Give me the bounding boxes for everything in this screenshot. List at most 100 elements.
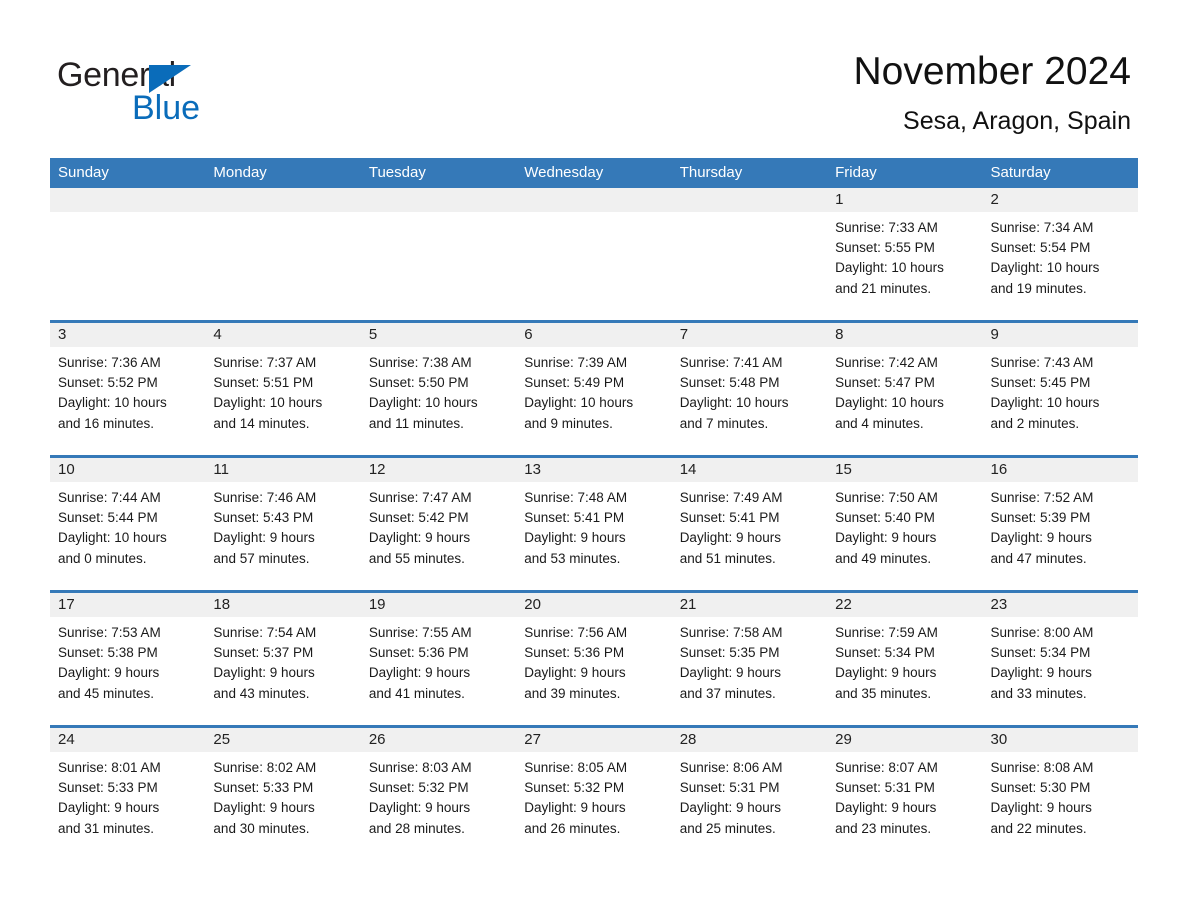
calendar-cell[interactable]: 12 Sunrise: 7:47 AM Sunset: 5:42 PM Dayligh… xyxy=(360,455,517,592)
calendar-cell[interactable] xyxy=(516,188,672,322)
calendar-cell[interactable] xyxy=(360,188,517,322)
day-cell[interactable]: 29 Sunrise: 8:07 AM Sunset: 5:31 PM Dayligh… xyxy=(827,728,983,860)
daylight-text-line2: and 22 minutes. xyxy=(990,820,1087,836)
sunset-text: Sunset: 5:33 PM xyxy=(213,780,314,796)
day-cell[interactable]: 13 Sunrise: 7:48 AM Sunset: 5:41 PM Dayligh… xyxy=(516,458,672,590)
sunrise-text: Sunrise: 7:48 AM xyxy=(524,490,628,505)
calendar-cell[interactable]: 28 Sunrise: 8:06 AM Sunset: 5:31 PM Dayligh… xyxy=(671,725,828,860)
sunset-text: Sunset: 5:37 PM xyxy=(213,645,314,661)
daylight-text-line2: and 55 minutes. xyxy=(368,550,465,566)
calendar-cell[interactable]: 15 Sunrise: 7:50 AM Sunset: 5:40 PM Dayligh… xyxy=(827,455,983,592)
day-cell[interactable]: 4 Sunrise: 7:37 AM Sunset: 5:51 PM Daylight… xyxy=(205,323,361,455)
calendar-cell[interactable]: 10 Sunrise: 7:44 AM Sunset: 5:44 PM Dayligh… xyxy=(50,455,206,592)
day-number: 11 xyxy=(213,461,229,478)
calendar-cell[interactable]: 9 Sunrise: 7:43 AM Sunset: 5:45 PM Daylight… xyxy=(982,320,1138,457)
calendar-cell[interactable]: 1 Sunrise: 7:33 AM Sunset: 5:55 PM Daylight… xyxy=(827,188,983,322)
generalblue-logo[interactable]: General Blue xyxy=(57,55,317,135)
day-number: 24 xyxy=(58,731,75,748)
calendar-cell[interactable]: 3 Sunrise: 7:36 AM Sunset: 5:52 PM Daylight… xyxy=(50,320,206,457)
daylight-text-line2: and 2 minutes. xyxy=(990,415,1080,431)
calendar-cell[interactable]: 24 Sunrise: 8:01 AM Sunset: 5:33 PM Dayligh… xyxy=(50,725,206,860)
day-cell[interactable]: 1 Sunrise: 7:33 AM Sunset: 5:55 PM Daylight… xyxy=(827,188,983,320)
sunrise-text: Sunrise: 8:07 AM xyxy=(835,760,938,775)
sunrise-text: Sunrise: 7:46 AM xyxy=(213,490,317,505)
calendar-cell[interactable]: 22 Sunrise: 7:59 AM Sunset: 5:34 PM Dayligh… xyxy=(827,590,983,727)
day-cell[interactable]: 3 Sunrise: 7:36 AM Sunset: 5:52 PM Daylight… xyxy=(50,323,206,455)
daylight-text-line2: and 39 minutes. xyxy=(524,685,621,701)
day-number-band: 23 xyxy=(982,593,1138,617)
day-details: Sunrise: 7:39 AM Sunset: 5:49 PM Daylight:… xyxy=(516,347,671,434)
day-number-band: 13 xyxy=(516,458,672,482)
day-cell[interactable]: 8 Sunrise: 7:42 AM Sunset: 5:47 PM Daylight… xyxy=(827,323,983,455)
calendar-cell[interactable]: 5 Sunrise: 7:38 AM Sunset: 5:50 PM Daylight… xyxy=(360,320,517,457)
daylight-text-line2: and 30 minutes. xyxy=(213,820,310,836)
calendar-cell[interactable]: 14 Sunrise: 7:49 AM Sunset: 5:41 PM Dayligh… xyxy=(671,455,828,592)
day-cell[interactable]: 7 Sunrise: 7:41 AM Sunset: 5:48 PM Daylight… xyxy=(671,323,828,455)
calendar-cell[interactable]: 30 Sunrise: 8:08 AM Sunset: 5:30 PM Dayligh… xyxy=(982,725,1138,860)
day-number-band: 25 xyxy=(205,728,361,752)
daylight-text-line1: Daylight: 9 hours xyxy=(990,665,1092,681)
day-cell[interactable]: 20 Sunrise: 7:56 AM Sunset: 5:36 PM Dayligh… xyxy=(516,593,672,725)
day-cell[interactable]: 10 Sunrise: 7:44 AM Sunset: 5:44 PM Dayligh… xyxy=(50,458,206,590)
day-cell-empty xyxy=(50,188,206,320)
day-cell[interactable]: 21 Sunrise: 7:58 AM Sunset: 5:35 PM Dayligh… xyxy=(671,593,828,725)
calendar-cell[interactable]: 27 Sunrise: 8:05 AM Sunset: 5:32 PM Dayligh… xyxy=(516,725,672,860)
calendar-cell[interactable]: 6 Sunrise: 7:39 AM Sunset: 5:49 PM Daylight… xyxy=(516,320,672,457)
day-cell[interactable]: 15 Sunrise: 7:50 AM Sunset: 5:40 PM Dayligh… xyxy=(827,458,983,590)
day-cell[interactable]: 24 Sunrise: 8:01 AM Sunset: 5:33 PM Dayligh… xyxy=(50,728,206,860)
sunrise-text: Sunrise: 7:33 AM xyxy=(835,220,938,235)
day-cell[interactable]: 27 Sunrise: 8:05 AM Sunset: 5:32 PM Dayligh… xyxy=(516,728,672,860)
day-cell[interactable]: 26 Sunrise: 8:03 AM Sunset: 5:32 PM Dayligh… xyxy=(360,728,517,860)
day-cell[interactable]: 22 Sunrise: 7:59 AM Sunset: 5:34 PM Dayligh… xyxy=(827,593,983,725)
day-cell[interactable]: 2 Sunrise: 7:34 AM Sunset: 5:54 PM Daylight… xyxy=(982,188,1138,320)
calendar-cell[interactable]: 2 Sunrise: 7:34 AM Sunset: 5:54 PM Daylight… xyxy=(982,188,1138,322)
daylight-text-line2: and 4 minutes. xyxy=(835,415,924,431)
sunrise-text: Sunrise: 7:43 AM xyxy=(990,355,1094,370)
day-number-band xyxy=(50,188,206,212)
calendar-cell[interactable]: 20 Sunrise: 7:56 AM Sunset: 5:36 PM Dayligh… xyxy=(516,590,672,727)
calendar-cell[interactable] xyxy=(50,188,206,322)
calendar-cell[interactable]: 19 Sunrise: 7:55 AM Sunset: 5:36 PM Dayligh… xyxy=(360,590,517,727)
day-cell[interactable]: 9 Sunrise: 7:43 AM Sunset: 5:45 PM Daylight… xyxy=(982,323,1138,455)
day-details: Sunrise: 7:46 AM Sunset: 5:43 PM Daylight:… xyxy=(205,482,360,569)
weekday-header-monday: Monday xyxy=(205,158,361,188)
day-number-band xyxy=(360,188,517,212)
day-cell[interactable]: 16 Sunrise: 7:52 AM Sunset: 5:39 PM Dayligh… xyxy=(982,458,1138,590)
calendar-cell[interactable]: 18 Sunrise: 7:54 AM Sunset: 5:37 PM Dayligh… xyxy=(205,590,361,727)
day-cell[interactable]: 17 Sunrise: 7:53 AM Sunset: 5:38 PM Dayligh… xyxy=(50,593,206,725)
calendar-cell[interactable]: 16 Sunrise: 7:52 AM Sunset: 5:39 PM Dayligh… xyxy=(982,455,1138,592)
day-details: Sunrise: 8:02 AM Sunset: 5:33 PM Daylight:… xyxy=(205,752,360,839)
calendar-cell[interactable]: 8 Sunrise: 7:42 AM Sunset: 5:47 PM Daylight… xyxy=(827,320,983,457)
calendar-cell[interactable]: 23 Sunrise: 8:00 AM Sunset: 5:34 PM Dayligh… xyxy=(982,590,1138,727)
day-details: Sunrise: 7:55 AM Sunset: 5:36 PM Daylight:… xyxy=(361,617,516,704)
day-cell[interactable]: 12 Sunrise: 7:47 AM Sunset: 5:42 PM Dayligh… xyxy=(360,458,517,590)
calendar-cell[interactable]: 11 Sunrise: 7:46 AM Sunset: 5:43 PM Dayligh… xyxy=(205,455,361,592)
day-cell[interactable]: 30 Sunrise: 8:08 AM Sunset: 5:30 PM Dayligh… xyxy=(982,728,1138,860)
day-cell[interactable]: 6 Sunrise: 7:39 AM Sunset: 5:49 PM Daylight… xyxy=(516,323,672,455)
day-cell[interactable]: 5 Sunrise: 7:38 AM Sunset: 5:50 PM Daylight… xyxy=(360,323,517,455)
day-details: Sunrise: 7:48 AM Sunset: 5:41 PM Daylight:… xyxy=(516,482,671,569)
calendar-cell[interactable] xyxy=(205,188,361,322)
sunrise-text: Sunrise: 7:41 AM xyxy=(679,355,783,370)
day-cell[interactable]: 19 Sunrise: 7:55 AM Sunset: 5:36 PM Dayligh… xyxy=(360,593,517,725)
calendar-cell[interactable]: 25 Sunrise: 8:02 AM Sunset: 5:33 PM Dayligh… xyxy=(205,725,361,860)
day-cell[interactable]: 23 Sunrise: 8:00 AM Sunset: 5:34 PM Dayligh… xyxy=(982,593,1138,725)
day-cell[interactable]: 11 Sunrise: 7:46 AM Sunset: 5:43 PM Dayligh… xyxy=(205,458,361,590)
day-cell[interactable]: 18 Sunrise: 7:54 AM Sunset: 5:37 PM Dayligh… xyxy=(205,593,361,725)
day-cell[interactable]: 28 Sunrise: 8:06 AM Sunset: 5:31 PM Dayligh… xyxy=(671,728,828,860)
day-cell[interactable]: 25 Sunrise: 8:02 AM Sunset: 5:33 PM Dayligh… xyxy=(205,728,361,860)
calendar-cell[interactable]: 21 Sunrise: 7:58 AM Sunset: 5:35 PM Dayligh… xyxy=(671,590,828,727)
calendar-cell[interactable]: 7 Sunrise: 7:41 AM Sunset: 5:48 PM Daylight… xyxy=(671,320,828,457)
calendar-cell[interactable]: 13 Sunrise: 7:48 AM Sunset: 5:41 PM Dayligh… xyxy=(516,455,672,592)
sunset-text: Sunset: 5:55 PM xyxy=(835,240,935,256)
sunrise-text: Sunrise: 7:37 AM xyxy=(213,355,317,370)
day-details: Sunrise: 7:47 AM Sunset: 5:42 PM Daylight:… xyxy=(361,482,516,569)
calendar-cell[interactable]: 4 Sunrise: 7:37 AM Sunset: 5:51 PM Daylight… xyxy=(205,320,361,457)
day-cell[interactable]: 14 Sunrise: 7:49 AM Sunset: 5:41 PM Dayligh… xyxy=(671,458,828,590)
calendar-cell[interactable]: 17 Sunrise: 7:53 AM Sunset: 5:38 PM Dayligh… xyxy=(50,590,206,727)
daylight-text-line2: and 23 minutes. xyxy=(835,820,932,836)
calendar-cell[interactable] xyxy=(671,188,828,322)
day-details: Sunrise: 7:41 AM Sunset: 5:48 PM Daylight:… xyxy=(672,347,827,434)
calendar-cell[interactable]: 26 Sunrise: 8:03 AM Sunset: 5:32 PM Dayligh… xyxy=(360,725,517,860)
calendar-cell[interactable]: 29 Sunrise: 8:07 AM Sunset: 5:31 PM Dayligh… xyxy=(827,725,983,860)
